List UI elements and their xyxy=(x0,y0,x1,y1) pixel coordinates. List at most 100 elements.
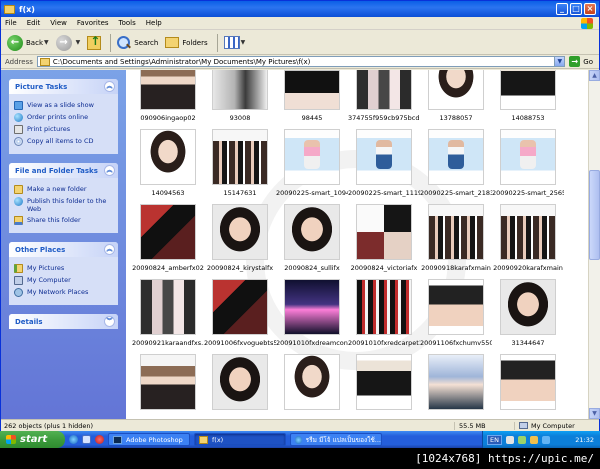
thumbnail-frame[interactable] xyxy=(140,129,196,185)
scroll-up-button[interactable]: ▲ xyxy=(589,70,600,81)
file-name[interactable]: 20090225-smart_1094... xyxy=(276,189,348,197)
file-name[interactable]: 20090824_sullifx xyxy=(276,264,348,272)
vertical-scrollbar[interactable]: ▲ ▼ xyxy=(588,70,600,419)
file-thumbnail[interactable]: 20090824_amberfx02 xyxy=(132,204,204,282)
copy-to-cd-link[interactable]: Copy all items to CD xyxy=(14,137,113,146)
chevron-down-icon[interactable]: ▼ xyxy=(44,39,49,46)
file-name[interactable]: 20091010fxdreamcon... xyxy=(276,339,348,347)
file-thumbnail[interactable]: 20091010fxdreamcon... xyxy=(276,279,348,357)
volume-icon[interactable] xyxy=(541,435,550,444)
thumbnail-frame[interactable] xyxy=(356,129,412,185)
tray-icon[interactable] xyxy=(529,435,538,444)
file-name[interactable]: 14094563 xyxy=(132,189,204,197)
file-thumbnail[interactable]: 98445 xyxy=(276,70,348,132)
menu-view[interactable]: View xyxy=(46,19,73,27)
file-thumbnail[interactable]: 31344647 xyxy=(492,279,564,357)
file-name[interactable]: 20090824_kirystalfx xyxy=(204,264,276,272)
back-button[interactable]: ← Back ▼ xyxy=(5,33,51,53)
file-name[interactable]: 20090225-smart_2183... xyxy=(420,189,492,197)
thumbnail-frame[interactable] xyxy=(500,204,556,260)
views-button[interactable]: ▼ xyxy=(222,33,248,53)
file-thumbnail[interactable]: 20090921karaandfxs... xyxy=(132,279,204,357)
chevron-down-icon[interactable]: ▼ xyxy=(241,39,246,46)
file-thumbnail[interactable] xyxy=(492,354,564,419)
file-thumbnail[interactable]: 20090824_sullifx xyxy=(276,204,348,282)
file-thumbnail[interactable] xyxy=(132,354,204,419)
file-folder-tasks-header[interactable]: File and Folder Tasks ︽ xyxy=(9,163,118,178)
chevron-down-icon[interactable]: ▼ xyxy=(554,57,565,66)
tray-icon[interactable] xyxy=(505,435,514,444)
folders-button[interactable]: Folders xyxy=(163,33,209,53)
thumbnail-frame[interactable] xyxy=(428,129,484,185)
maximize-button[interactable]: □ xyxy=(570,3,582,15)
thumbnail-frame[interactable] xyxy=(212,204,268,260)
share-folder-link[interactable]: Share this folder xyxy=(14,216,113,225)
thumbnail-frame[interactable] xyxy=(500,354,556,410)
file-name[interactable]: 20090824_victoriafx xyxy=(348,264,420,272)
file-thumbnail[interactable]: 20090824_victoriafx xyxy=(348,204,420,282)
thumbnail-frame[interactable] xyxy=(500,279,556,335)
thumbnail-frame[interactable] xyxy=(500,129,556,185)
thumbnail-frame[interactable] xyxy=(356,204,412,260)
file-name[interactable]: 20091010fxredcarpet1 xyxy=(348,339,420,347)
file-thumbnail[interactable]: 14094563 xyxy=(132,129,204,207)
minimize-button[interactable]: _ xyxy=(556,3,568,15)
file-name[interactable]: 20090918karafxmain xyxy=(420,264,492,272)
scroll-down-button[interactable]: ▼ xyxy=(589,408,600,419)
file-name[interactable]: 14088753 xyxy=(492,114,564,122)
thumbnail-frame[interactable] xyxy=(356,279,412,335)
my-computer-link[interactable]: My Computer xyxy=(14,276,113,285)
thumbnail-frame[interactable] xyxy=(428,354,484,410)
thumbnail-frame[interactable] xyxy=(284,279,340,335)
file-thumbnail[interactable]: 20091006fxvoguebts572 xyxy=(204,279,276,357)
thumbnail-frame[interactable] xyxy=(284,70,340,110)
menu-help[interactable]: Help xyxy=(142,19,168,27)
taskbar-item-explorer[interactable]: f(x) xyxy=(194,433,286,446)
thumbnail-view[interactable]: 090906ingaop02 93008 98445 374755f959cb975b… xyxy=(126,70,588,419)
thumbnail-frame[interactable] xyxy=(284,129,340,185)
up-folder-button[interactable] xyxy=(85,33,103,53)
forward-button[interactable]: → ▼ xyxy=(54,33,83,53)
file-name[interactable]: 20090225-smart_2565... xyxy=(492,189,564,197)
file-thumbnail[interactable]: 20090918karafxmain xyxy=(420,204,492,282)
menu-edit[interactable]: Edit xyxy=(23,19,47,27)
thumbnail-frame[interactable] xyxy=(428,279,484,335)
taskbar-item-photoshop[interactable]: Adobe Photoshop xyxy=(108,433,190,446)
thumbnail-frame[interactable] xyxy=(500,70,556,110)
thumbnail-frame[interactable] xyxy=(428,70,484,110)
chevron-down-icon[interactable]: ︾ xyxy=(104,316,115,327)
thumbnail-frame[interactable] xyxy=(140,279,196,335)
close-button[interactable]: × xyxy=(584,3,596,15)
file-name[interactable]: 20090225-smart_1119... xyxy=(348,189,420,197)
file-thumbnail[interactable]: 20090225-smart_1119... xyxy=(348,129,420,207)
menu-favorites[interactable]: Favorites xyxy=(73,19,115,27)
start-button[interactable]: start xyxy=(0,431,65,448)
internet-explorer-icon[interactable] xyxy=(69,435,78,444)
scroll-thumb[interactable] xyxy=(589,170,600,260)
chevron-up-icon[interactable]: ︽ xyxy=(104,244,115,255)
file-thumbnail[interactable]: 20091106fxchumv550 xyxy=(420,279,492,357)
chevron-down-icon[interactable]: ▼ xyxy=(76,39,81,46)
other-places-header[interactable]: Other Places ︽ xyxy=(9,242,118,257)
thumbnail-frame[interactable] xyxy=(212,70,268,110)
file-thumbnail[interactable]: 20090225-smart_2565... xyxy=(492,129,564,207)
thumbnail-frame[interactable] xyxy=(140,204,196,260)
thumbnail-frame[interactable] xyxy=(212,279,268,335)
tray-icon[interactable] xyxy=(517,435,526,444)
thumbnail-frame[interactable] xyxy=(356,70,412,110)
file-name[interactable]: 20091006fxvoguebts572 xyxy=(204,339,276,347)
media-player-icon[interactable] xyxy=(95,435,104,444)
file-thumbnail[interactable] xyxy=(276,354,348,419)
show-desktop-icon[interactable] xyxy=(82,435,91,444)
thumbnail-frame[interactable] xyxy=(284,354,340,410)
file-name[interactable]: 13788057 xyxy=(420,114,492,122)
file-thumbnail[interactable]: 14088753 xyxy=(492,70,564,132)
menu-tools[interactable]: Tools xyxy=(115,19,142,27)
menu-file[interactable]: File xyxy=(1,19,23,27)
file-thumbnail[interactable]: 374755f959cb975bcd... xyxy=(348,70,420,132)
go-button[interactable]: → Go xyxy=(569,56,593,67)
print-pictures-link[interactable]: Print pictures xyxy=(14,125,113,134)
file-name[interactable]: 15147631 xyxy=(204,189,276,197)
thumbnail-frame[interactable] xyxy=(212,129,268,185)
file-thumbnail[interactable]: 13788057 xyxy=(420,70,492,132)
